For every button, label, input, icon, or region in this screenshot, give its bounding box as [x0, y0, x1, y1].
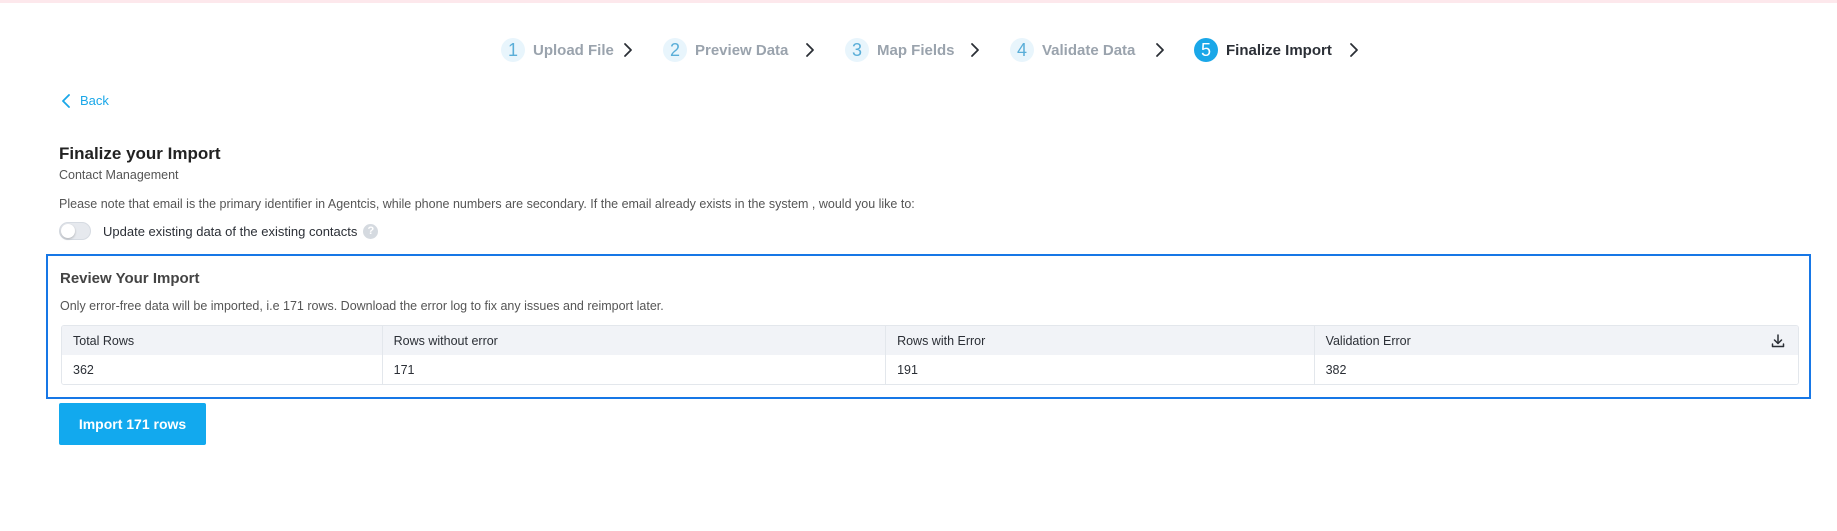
- cell-total-rows: 362: [62, 355, 383, 384]
- update-existing-label: Update existing data of the existing con…: [103, 223, 358, 239]
- import-rows-button[interactable]: Import 171 rows: [59, 403, 206, 445]
- chevron-right-icon: [1350, 43, 1358, 57]
- chevron-right-icon: [1156, 43, 1164, 57]
- step-upload-file[interactable]: 1 Upload File: [501, 36, 614, 64]
- step-validate-data[interactable]: 4 Validate Data: [1010, 36, 1135, 64]
- review-import-panel: Review Your Import Only error-free data …: [46, 254, 1811, 399]
- back-link[interactable]: Back: [60, 93, 109, 108]
- header-rows-without-error: Rows without error: [383, 326, 887, 355]
- cell-validation-error: 382: [1325, 362, 1347, 377]
- step-label: Validate Data: [1042, 41, 1136, 59]
- import-stepper: 1 Upload File 2 Preview Data 3 Map Field…: [0, 36, 1837, 64]
- table-header-row: Total Rows Rows without error Rows with …: [62, 326, 1798, 355]
- review-summary-table: Total Rows Rows without error Rows with …: [61, 325, 1799, 385]
- header-validation-error-label: Validation Error: [1325, 333, 1411, 348]
- chevron-right-icon: [806, 43, 814, 57]
- step-label: Finalize Import: [1226, 41, 1332, 59]
- step-number: 2: [663, 38, 687, 62]
- download-icon[interactable]: [1770, 333, 1786, 349]
- update-existing-toggle[interactable]: [59, 222, 91, 240]
- step-number: 4: [1010, 38, 1034, 62]
- header-validation-error: Validation Error: [1315, 326, 1798, 355]
- chevron-right-icon: [971, 43, 979, 57]
- cell-rows-without-error: 171: [383, 355, 887, 384]
- page-title: Finalize your Import: [59, 144, 221, 163]
- step-label: Upload File: [533, 41, 614, 59]
- step-number: 5: [1194, 38, 1218, 62]
- update-existing-row: Update existing data of the existing con…: [59, 222, 379, 240]
- toggle-knob: [61, 224, 75, 238]
- chevron-right-icon: [624, 43, 632, 57]
- cell-rows-with-error: 191: [886, 355, 1315, 384]
- header-total-rows: Total Rows: [62, 326, 383, 355]
- review-description: Only error-free data will be imported, i…: [60, 299, 664, 313]
- step-number: 3: [845, 38, 869, 62]
- header-rows-with-error: Rows with Error: [886, 326, 1315, 355]
- identifier-note: Please note that email is the primary id…: [59, 197, 915, 211]
- help-icon[interactable]: ?: [363, 223, 379, 239]
- page-subtitle: Contact Management: [59, 168, 179, 182]
- step-number: 1: [501, 38, 525, 62]
- step-preview-data[interactable]: 2 Preview Data: [663, 36, 788, 64]
- table-row: 362 171 191 382: [62, 355, 1798, 384]
- review-title: Review Your Import: [60, 270, 200, 287]
- step-label: Preview Data: [695, 41, 789, 59]
- step-map-fields[interactable]: 3 Map Fields: [845, 36, 955, 64]
- step-label: Map Fields: [877, 41, 955, 59]
- chevron-left-icon: [62, 93, 70, 108]
- step-finalize-import[interactable]: 5 Finalize Import: [1194, 36, 1332, 64]
- back-label: Back: [80, 93, 109, 108]
- top-accent-bar: [0, 0, 1837, 3]
